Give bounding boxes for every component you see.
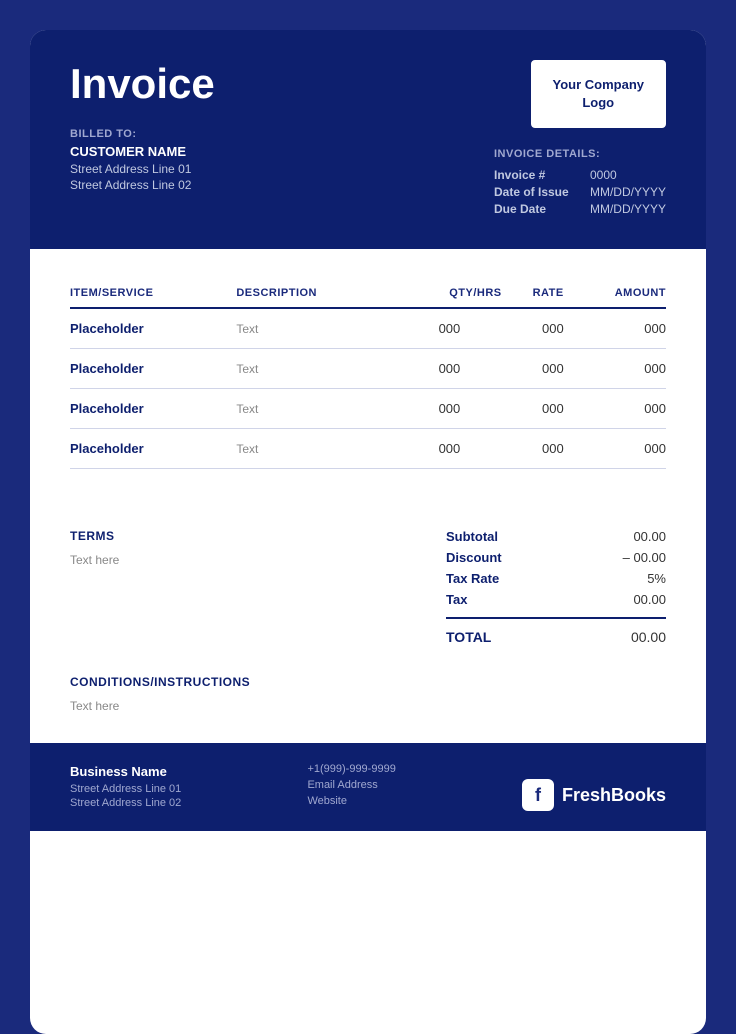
terms-label: TERMS	[70, 529, 446, 543]
row-rate: 000	[502, 349, 564, 389]
row-rate: 000	[502, 429, 564, 469]
col-qty: QTY/HRS	[397, 279, 501, 308]
row-amount: 000	[564, 349, 666, 389]
table-row: Placeholder Text 000 000 000	[70, 429, 666, 469]
header-left: Invoice BILLED TO: CUSTOMER NAME Street …	[70, 60, 215, 194]
row-item: Placeholder	[70, 389, 236, 429]
address-line-1: Street Address Line 01	[70, 162, 215, 176]
due-date-value: MM/DD/YYYY	[590, 202, 666, 216]
tax-row: Tax 00.00	[446, 592, 666, 607]
customer-name: CUSTOMER NAME	[70, 144, 215, 159]
invoice-footer: Business Name Street Address Line 01 Str…	[30, 743, 706, 831]
totals-divider	[446, 617, 666, 619]
date-of-issue-row: Date of Issue MM/DD/YYYY	[494, 185, 666, 199]
footer-phone: +1(999)-999-9999	[307, 763, 395, 775]
date-of-issue-label: Date of Issue	[494, 185, 574, 199]
table-header-row: ITEM/SERVICE DESCRIPTION QTY/HRS RATE AM…	[70, 279, 666, 308]
tax-rate-row: Tax Rate 5%	[446, 571, 666, 586]
row-amount: 000	[564, 308, 666, 349]
invoice-title: Invoice	[70, 60, 215, 108]
col-amount: AMOUNT	[564, 279, 666, 308]
row-description: Text	[236, 308, 397, 349]
row-rate: 000	[502, 308, 564, 349]
row-qty: 000	[397, 429, 501, 469]
table-row: Placeholder Text 000 000 000	[70, 349, 666, 389]
table-row: Placeholder Text 000 000 000	[70, 389, 666, 429]
invoice-number-label: Invoice #	[494, 168, 574, 182]
invoice-body: ITEM/SERVICE DESCRIPTION QTY/HRS RATE AM…	[30, 249, 706, 529]
row-amount: 000	[564, 429, 666, 469]
invoice-details-label: INVOICE DETAILS:	[494, 148, 666, 160]
row-qty: 000	[397, 349, 501, 389]
row-amount: 000	[564, 389, 666, 429]
address-line-2: Street Address Line 02	[70, 178, 215, 192]
discount-value: – 00.00	[606, 550, 666, 565]
company-logo: Your Company Logo	[531, 60, 667, 128]
billed-section: BILLED TO: CUSTOMER NAME Street Address …	[70, 128, 215, 192]
footer-address-line1: Street Address Line 01	[70, 783, 181, 795]
tax-rate-label: Tax Rate	[446, 571, 499, 586]
row-qty: 000	[397, 308, 501, 349]
header-right: Your Company Logo INVOICE DETAILS: Invoi…	[494, 60, 666, 219]
row-item: Placeholder	[70, 349, 236, 389]
invoice-header: Invoice BILLED TO: CUSTOMER NAME Street …	[30, 30, 706, 249]
row-rate: 000	[502, 389, 564, 429]
invoice-number-row: Invoice # 0000	[494, 168, 666, 182]
due-date-label: Due Date	[494, 202, 574, 216]
freshbooks-icon: f	[522, 779, 554, 811]
col-description: DESCRIPTION	[236, 279, 397, 308]
terms-section: TERMS Text here	[70, 529, 446, 567]
subtotal-row: Subtotal 00.00	[446, 529, 666, 544]
discount-row: Discount – 00.00	[446, 550, 666, 565]
footer-email: Email Address	[307, 779, 395, 791]
invoice-card: Invoice BILLED TO: CUSTOMER NAME Street …	[30, 30, 706, 1034]
tax-value: 00.00	[606, 592, 666, 607]
col-rate: RATE	[502, 279, 564, 308]
invoice-bottom: TERMS Text here Subtotal 00.00 Discount …	[30, 529, 706, 675]
freshbooks-brand-name: FreshBooks	[562, 785, 666, 806]
due-date-row: Due Date MM/DD/YYYY	[494, 202, 666, 216]
discount-label: Discount	[446, 550, 502, 565]
conditions-text: Text here	[70, 699, 666, 713]
footer-website: Website	[307, 795, 395, 807]
invoice-details-section: INVOICE DETAILS: Invoice # 0000 Date of …	[494, 148, 666, 219]
date-of-issue-value: MM/DD/YYYY	[590, 185, 666, 199]
footer-left: Business Name Street Address Line 01 Str…	[70, 764, 181, 811]
footer-address-line2: Street Address Line 02	[70, 797, 181, 809]
row-description: Text	[236, 349, 397, 389]
conditions-section: CONDITIONS/INSTRUCTIONS Text here	[30, 675, 706, 743]
table-row: Placeholder Text 000 000 000	[70, 308, 666, 349]
row-description: Text	[236, 389, 397, 429]
total-label: TOTAL	[446, 629, 491, 645]
total-final-row: TOTAL 00.00	[446, 629, 666, 645]
col-item-service: ITEM/SERVICE	[70, 279, 236, 308]
billed-to-label: BILLED TO:	[70, 128, 215, 140]
freshbooks-logo: f FreshBooks	[522, 779, 666, 811]
row-description: Text	[236, 429, 397, 469]
tax-rate-value: 5%	[606, 571, 666, 586]
tax-label: Tax	[446, 592, 467, 607]
total-value: 00.00	[631, 629, 666, 645]
totals-section: Subtotal 00.00 Discount – 00.00 Tax Rate…	[446, 529, 666, 645]
row-item: Placeholder	[70, 308, 236, 349]
conditions-label: CONDITIONS/INSTRUCTIONS	[70, 675, 666, 689]
subtotal-value: 00.00	[606, 529, 666, 544]
terms-text: Text here	[70, 553, 446, 567]
invoice-table: ITEM/SERVICE DESCRIPTION QTY/HRS RATE AM…	[70, 279, 666, 469]
row-qty: 000	[397, 389, 501, 429]
invoice-number-value: 0000	[590, 168, 617, 182]
business-name: Business Name	[70, 764, 181, 779]
footer-center: +1(999)-999-9999 Email Address Website	[307, 763, 395, 811]
subtotal-label: Subtotal	[446, 529, 498, 544]
row-item: Placeholder	[70, 429, 236, 469]
